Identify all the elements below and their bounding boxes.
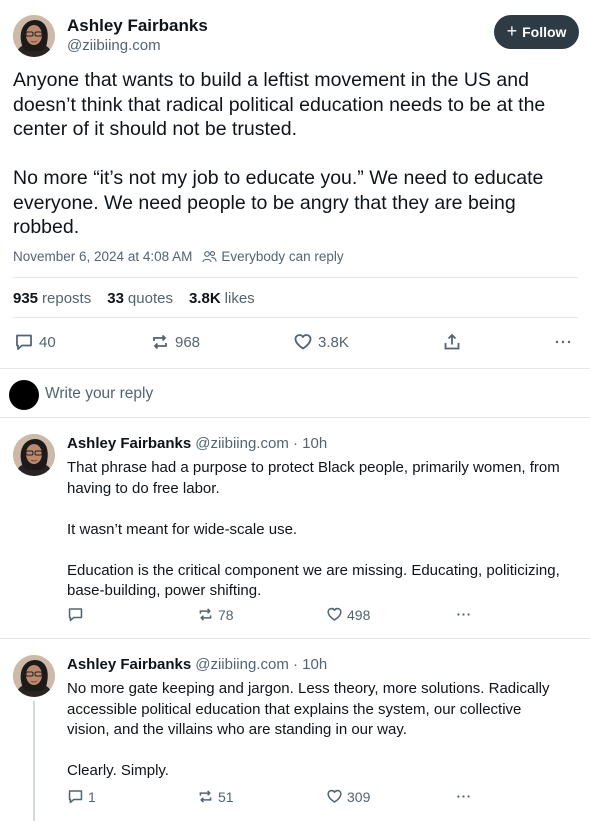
- author-name[interactable]: Ashley Fairbanks: [67, 16, 208, 36]
- more-options-button[interactable]: [553, 332, 573, 352]
- reply-count: 40: [39, 333, 56, 351]
- repost-count: 78: [218, 606, 234, 623]
- reply-action-button[interactable]: [67, 606, 88, 623]
- plus-icon: +: [506, 21, 518, 41]
- reply-author-avatar[interactable]: [13, 655, 55, 697]
- more-options-button[interactable]: [455, 606, 472, 623]
- repost-action-button[interactable]: 968: [150, 332, 200, 352]
- reply-text: No more gate keeping and jargon. Less th…: [67, 680, 550, 779]
- repost-arrows-icon: [197, 606, 214, 623]
- author-handle[interactable]: @ziibiing.com: [67, 37, 161, 54]
- like-action-button[interactable]: 3.8K: [293, 332, 349, 352]
- more-options-button[interactable]: [455, 788, 472, 805]
- follow-button[interactable]: + Follow: [494, 15, 579, 49]
- divider: [0, 417, 590, 418]
- ellipsis-icon: [455, 606, 472, 623]
- repost-action-button[interactable]: 51: [197, 788, 234, 805]
- heart-icon: [326, 788, 343, 805]
- repost-arrows-icon: [197, 788, 214, 805]
- like-count: 498: [347, 606, 371, 623]
- author-avatar[interactable]: [13, 15, 55, 57]
- like-count: 3.8K: [318, 333, 349, 351]
- follow-label: Follow: [522, 24, 567, 40]
- repost-arrows-icon: [150, 332, 170, 352]
- like-action-button[interactable]: 309: [326, 788, 370, 805]
- post-stats: 935 reposts 33 quotes 3.8K likes: [13, 290, 255, 307]
- reply-header: Ashley Fairbanks @ziibiing.com · 10h: [67, 435, 327, 452]
- reply-text: That phrase had a purpose to protect Bla…: [67, 459, 560, 599]
- heart-icon: [326, 606, 343, 623]
- like-count: 309: [347, 788, 371, 805]
- reply-header: Ashley Fairbanks @ziibiing.com · 10h: [67, 656, 327, 673]
- ellipsis-icon: [455, 788, 472, 805]
- repost-action-button[interactable]: 78: [197, 606, 234, 623]
- reply-setting-label: Everybody can reply: [221, 249, 344, 264]
- thread-line: [33, 701, 35, 821]
- divider: [13, 317, 578, 318]
- speech-bubble-icon: [14, 332, 34, 352]
- heart-icon: [293, 332, 313, 352]
- quotes-stat[interactable]: 33 quotes: [107, 290, 173, 307]
- like-action-button[interactable]: 498: [326, 606, 370, 623]
- reply-handle-time: @ziibiing.com · 10h: [195, 656, 328, 673]
- speech-bubble-icon: [67, 788, 84, 805]
- repost-count: 968: [175, 333, 201, 351]
- post-meta: November 6, 2024 at 4:08 AM Everybody ca…: [13, 249, 344, 264]
- ellipsis-icon: [553, 332, 573, 352]
- reply-input[interactable]: Write your reply: [45, 385, 565, 403]
- reply-setting: Everybody can reply: [202, 249, 344, 264]
- post-text: Anyone that wants to build a leftist mov…: [13, 69, 546, 238]
- reply-author-name[interactable]: Ashley Fairbanks: [67, 656, 191, 673]
- reply-author-avatar[interactable]: [13, 434, 55, 476]
- divider: [13, 277, 578, 278]
- reply-handle-time: @ziibiing.com · 10h: [195, 435, 328, 452]
- likes-stat[interactable]: 3.8K likes: [189, 290, 255, 307]
- divider: [0, 638, 590, 639]
- reply-count: 1: [88, 788, 96, 805]
- current-user-avatar: [9, 380, 39, 410]
- share-button[interactable]: [442, 332, 462, 352]
- divider: [0, 368, 590, 369]
- reposts-stat[interactable]: 935 reposts: [13, 290, 91, 307]
- share-icon: [442, 332, 462, 352]
- people-icon: [202, 250, 217, 263]
- reply-action-button[interactable]: 40: [14, 332, 56, 352]
- repost-count: 51: [218, 788, 234, 805]
- post-timestamp[interactable]: November 6, 2024 at 4:08 AM: [13, 249, 192, 264]
- reply-author-name[interactable]: Ashley Fairbanks: [67, 435, 191, 452]
- speech-bubble-icon: [67, 606, 84, 623]
- reply-action-button[interactable]: 1: [67, 788, 96, 805]
